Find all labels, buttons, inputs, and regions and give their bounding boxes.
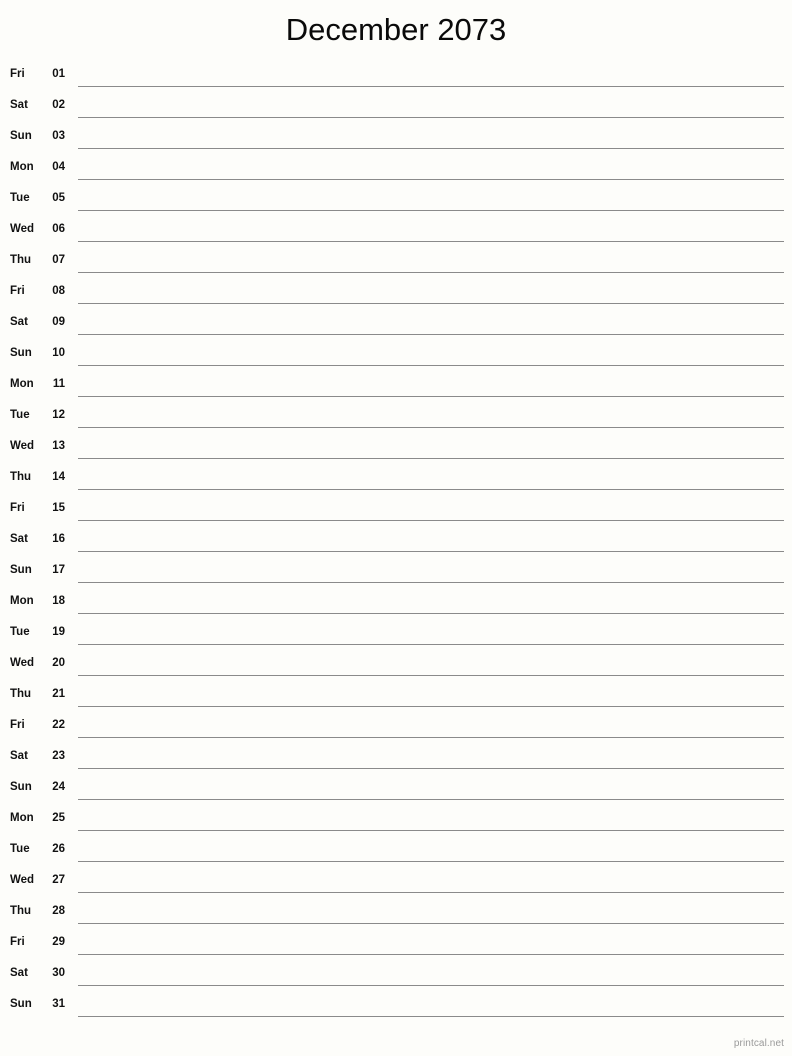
date-number: 29 (52, 936, 65, 948)
calendar-day-row[interactable]: Sun 10 (0, 339, 792, 370)
date-number: 03 (52, 130, 65, 142)
calendar-day-row[interactable]: Mon 18 (0, 587, 792, 618)
date-number: 18 (52, 595, 65, 607)
note-writing-line[interactable] (78, 675, 784, 676)
date-number: 06 (52, 223, 65, 235)
date-number: 07 (52, 254, 65, 266)
calendar-day-row[interactable]: Tue 12 (0, 401, 792, 432)
note-writing-line[interactable] (78, 582, 784, 583)
date-number: 28 (52, 905, 65, 917)
page-title: December 2073 (285, 12, 507, 47)
note-writing-line[interactable] (78, 427, 784, 428)
watermark: printcal.net (733, 1038, 784, 1049)
date-number: 17 (52, 564, 65, 576)
calendar-page: December 2073 Fri 01 Sat 02 Sun 03 Mon 04 Tue 05 W… (0, 0, 792, 1056)
date-number: 14 (52, 471, 65, 483)
date-number: 31 (52, 998, 65, 1010)
note-writing-line[interactable] (78, 551, 784, 552)
calendar-day-row[interactable]: Sat 02 (0, 91, 792, 122)
date-number: 04 (52, 161, 65, 173)
calendar-day-row[interactable]: Fri 15 (0, 494, 792, 525)
calendar-day-row[interactable]: Fri 22 (0, 711, 792, 742)
calendar-day-row[interactable]: Wed 20 (0, 649, 792, 680)
note-writing-line[interactable] (78, 241, 784, 242)
date-number: 02 (52, 99, 65, 111)
calendar-day-row[interactable]: Tue 26 (0, 835, 792, 866)
calendar-day-row[interactable]: Tue 19 (0, 618, 792, 649)
date-number: 10 (52, 347, 65, 359)
note-writing-line[interactable] (78, 737, 784, 738)
date-number: 19 (52, 626, 65, 638)
date-number: 27 (52, 874, 65, 886)
calendar-day-row[interactable]: Tue 05 (0, 184, 792, 215)
note-writing-line[interactable] (78, 892, 784, 893)
calendar-day-row[interactable]: Mon 11 (0, 370, 792, 401)
date-number: 13 (52, 440, 65, 452)
date-number: 11 (52, 378, 65, 390)
calendar-day-row[interactable]: Fri 01 (0, 60, 792, 91)
calendar-day-row[interactable]: Fri 08 (0, 277, 792, 308)
date-number: 09 (52, 316, 65, 328)
calendar-day-row[interactable]: Sun 24 (0, 773, 792, 804)
note-writing-line[interactable] (78, 458, 784, 459)
calendar-day-list: Fri 01 Sat 02 Sun 03 Mon 04 Tue 05 Wed 06 Thu 07 Fri 08… (0, 60, 792, 1021)
note-writing-line[interactable] (78, 799, 784, 800)
date-number: 26 (52, 843, 65, 855)
note-writing-line[interactable] (78, 272, 784, 273)
note-writing-line[interactable] (78, 365, 784, 366)
calendar-day-row[interactable]: Sun 17 (0, 556, 792, 587)
note-writing-line[interactable] (78, 303, 784, 304)
calendar-day-row[interactable]: Thu 07 (0, 246, 792, 277)
calendar-day-row[interactable]: Wed 13 (0, 432, 792, 463)
note-writing-line[interactable] (78, 179, 784, 180)
calendar-day-row[interactable]: Sun 03 (0, 122, 792, 153)
calendar-day-row[interactable]: Sat 23 (0, 742, 792, 773)
date-number: 23 (52, 750, 65, 762)
calendar-day-row[interactable]: Thu 14 (0, 463, 792, 494)
date-number: 24 (52, 781, 65, 793)
note-writing-line[interactable] (78, 148, 784, 149)
calendar-day-row[interactable]: Mon 25 (0, 804, 792, 835)
calendar-day-row[interactable]: Sat 09 (0, 308, 792, 339)
calendar-day-row[interactable]: Thu 21 (0, 680, 792, 711)
note-writing-line[interactable] (78, 768, 784, 769)
date-number: 20 (52, 657, 65, 669)
calendar-day-row[interactable]: Wed 27 (0, 866, 792, 897)
date-number: 15 (52, 502, 65, 514)
calendar-day-row[interactable]: Mon 04 (0, 153, 792, 184)
date-number: 25 (52, 812, 65, 824)
date-number: 21 (52, 688, 65, 700)
note-writing-line[interactable] (78, 86, 784, 87)
note-writing-line[interactable] (78, 861, 784, 862)
calendar-day-row[interactable]: Sat 16 (0, 525, 792, 556)
note-writing-line[interactable] (78, 954, 784, 955)
note-writing-line[interactable] (78, 520, 784, 521)
note-writing-line[interactable] (78, 613, 784, 614)
note-writing-line[interactable] (78, 830, 784, 831)
note-writing-line[interactable] (78, 396, 784, 397)
date-number: 30 (52, 967, 65, 979)
date-number: 08 (52, 285, 65, 297)
note-writing-line[interactable] (78, 1016, 784, 1017)
calendar-day-row[interactable]: Fri 29 (0, 928, 792, 959)
calendar-day-row[interactable]: Wed 06 (0, 215, 792, 246)
note-writing-line[interactable] (78, 644, 784, 645)
date-number: 22 (52, 719, 65, 731)
calendar-day-row[interactable]: Sat 30 (0, 959, 792, 990)
calendar-day-row[interactable]: Sun 31 (0, 990, 792, 1021)
note-writing-line[interactable] (78, 210, 784, 211)
note-writing-line[interactable] (78, 923, 784, 924)
date-number: 01 (52, 68, 65, 80)
note-writing-line[interactable] (78, 334, 784, 335)
note-writing-line[interactable] (78, 489, 784, 490)
note-writing-line[interactable] (78, 706, 784, 707)
note-writing-line[interactable] (78, 117, 784, 118)
date-number: 16 (52, 533, 65, 545)
calendar-day-row[interactable]: Thu 28 (0, 897, 792, 928)
note-writing-line[interactable] (78, 985, 784, 986)
date-number: 05 (52, 192, 65, 204)
date-number: 12 (52, 409, 65, 421)
